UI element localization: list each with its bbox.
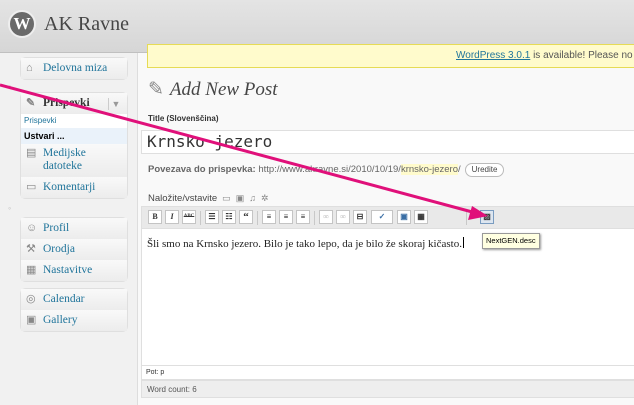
menu-tools-label: Orodja — [43, 243, 75, 255]
blockquote-button[interactable]: “ — [239, 210, 253, 224]
menu-profile-label: Profil — [43, 222, 70, 234]
update-link[interactable]: WordPress 3.0.1 — [456, 50, 530, 61]
upload-insert-row: Naložite/vstavite ▭ ▣ ♫ ✲ — [148, 193, 269, 204]
pin-icon: ✎ — [148, 79, 164, 100]
menu-profile[interactable]: ☺ Profil — [21, 218, 127, 239]
settings-icon: ▦ — [26, 264, 37, 276]
bold-button[interactable]: B — [148, 210, 162, 224]
site-title[interactable]: AK Ravne — [44, 13, 129, 36]
editor-path: Pot: p — [141, 366, 634, 380]
menu-posts[interactable]: ✎ Prispevki ▼ — [21, 93, 127, 114]
menu-calendar[interactable]: ◎ Calendar — [21, 289, 127, 310]
upload-image-icon[interactable]: ▭ — [222, 193, 231, 203]
menu-settings[interactable]: ▦ Nastavitve — [21, 260, 127, 281]
menu-group-admin: ☺ Profil ⚒ Orodja ▦ Nastavitve — [20, 217, 128, 282]
upload-audio-icon[interactable]: ♫ — [249, 193, 256, 203]
update-nag-text: is available! Please no — [530, 50, 633, 61]
unlink-button[interactable]: ∞ — [336, 210, 350, 224]
user-icon: ☺ — [26, 222, 38, 234]
word-count: Word count: 6 — [141, 380, 634, 398]
menu-separator: ◦ — [8, 81, 12, 91]
align-right-button[interactable]: ≡ — [296, 210, 310, 224]
wordpress-logo-icon[interactable]: W — [8, 10, 36, 38]
gallery-icon: ▣ — [26, 314, 37, 326]
page-title-text: Add New Post — [169, 79, 278, 100]
edit-permalink-button[interactable]: Uredite — [464, 163, 505, 177]
permalink-label: Povezava do prispevka: — [148, 164, 256, 175]
permalink-slug[interactable]: krnsko-jezero — [400, 164, 458, 175]
menu-comments[interactable]: ▭ Komentarji — [21, 177, 127, 198]
upload-video-icon[interactable]: ▣ — [236, 193, 245, 203]
page-title: ✎ Add New Post — [148, 78, 278, 101]
menu-comments-label: Komentarji — [43, 181, 96, 193]
pin-icon: ✎ — [26, 97, 36, 109]
permalink-base: http://www.akravne.si/2010/10/19/ — [258, 164, 401, 175]
menu-group-content: ✎ Prispevki ▼ Prispevki Ustvari ... ▤ Me… — [20, 92, 128, 199]
link-button[interactable]: ∞ — [319, 210, 333, 224]
menu-media[interactable]: ▤ Medijske datoteke — [21, 144, 127, 177]
align-left-button[interactable]: ≡ — [262, 210, 276, 224]
toolbar-separator — [257, 211, 258, 225]
spellcheck-button[interactable]: ✓ — [371, 210, 393, 224]
text-caret — [462, 237, 464, 248]
submenu-add-new[interactable]: Ustvari ... — [21, 128, 127, 144]
kitchen-sink-button[interactable]: ▦ — [414, 210, 428, 224]
menu-gallery-label: Gallery — [43, 314, 78, 326]
submenu-posts[interactable]: Prispevki — [21, 114, 127, 128]
nextgen-gallery-button[interactable]: ▨ — [480, 210, 494, 224]
strikethrough-button[interactable]: ABC — [182, 210, 196, 224]
upload-label: Naložite/vstavite — [148, 193, 218, 204]
title-label: Title (Slovenščina) — [148, 114, 219, 123]
menu-group-plugins: ◎ Calendar ▣ Gallery — [20, 288, 128, 332]
menu-media-label-1: Medijske — [43, 147, 86, 159]
italic-button[interactable]: I — [165, 210, 179, 224]
menu-group-dashboard: ⌂ Delovna miza — [20, 57, 128, 80]
bullet-list-button[interactable]: ☰ — [205, 210, 219, 224]
menu-settings-label: Nastavitve — [43, 264, 93, 276]
editor-toolbar: B I ABC ☰ ☷ “ ≡ ≡ ≡ ∞ ∞ ⊟ ✓ ▣ ▦ ▨ — [141, 206, 634, 228]
toolbar-separator — [466, 211, 467, 225]
menu-separator: ◦ — [8, 203, 12, 213]
numbered-list-button[interactable]: ☷ — [222, 210, 236, 224]
menu-dashboard-label: Delovna miza — [43, 62, 108, 74]
editor-content[interactable]: Šli smo na Krnsko jezero. Bilo je tako l… — [147, 237, 464, 250]
align-center-button[interactable]: ≡ — [279, 210, 293, 224]
fullscreen-button[interactable]: ▣ — [397, 210, 411, 224]
menu-media-label-2: datoteke — [43, 160, 82, 172]
toolbar-separator — [314, 211, 315, 225]
menu-tools[interactable]: ⚒ Orodja — [21, 239, 127, 260]
toolbar-tooltip: NextGEN.desc — [482, 233, 540, 249]
menu-posts-label: Prispevki — [43, 97, 90, 109]
editor-paragraph: Šli smo na Krnsko jezero. Bilo je tako l… — [147, 238, 462, 250]
home-icon: ⌂ — [26, 62, 33, 74]
tools-icon: ⚒ — [26, 243, 36, 255]
post-title-input[interactable]: Krnsko jezero — [141, 130, 634, 154]
chevron-down-icon[interactable]: ▼ — [108, 98, 123, 110]
media-icon: ▤ — [26, 147, 37, 159]
menu-dashboard[interactable]: ⌂ Delovna miza — [21, 58, 127, 79]
menu-gallery[interactable]: ▣ Gallery — [21, 310, 127, 331]
permalink-row: Povezava do prispevka: http://www.akravn… — [148, 163, 505, 177]
calendar-icon: ◎ — [26, 293, 36, 305]
post-content-editor[interactable]: Šli smo na Krnsko jezero. Bilo je tako l… — [141, 228, 634, 366]
permalink-end: / — [457, 164, 461, 175]
update-nag: WordPress 3.0.1 is available! Please no — [147, 44, 634, 68]
comment-icon: ▭ — [26, 181, 37, 193]
menu-calendar-label: Calendar — [43, 293, 85, 305]
toolbar-separator — [200, 211, 201, 225]
upload-media-icon[interactable]: ✲ — [261, 193, 269, 203]
admin-sidebar: ⌂ Delovna miza ◦ ✎ Prispevki ▼ Prispevki… — [0, 53, 138, 405]
insert-more-button[interactable]: ⊟ — [353, 210, 367, 224]
